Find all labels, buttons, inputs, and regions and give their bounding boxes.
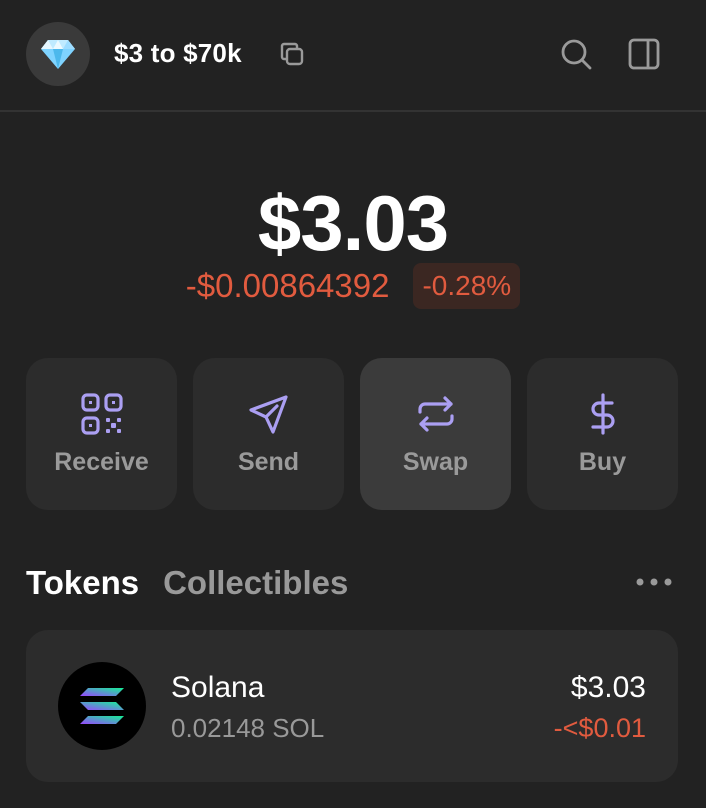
tab-collectibles[interactable]: Collectibles bbox=[163, 561, 348, 605]
solana-logo-icon bbox=[80, 688, 124, 724]
qr-code-icon bbox=[80, 393, 123, 435]
account-name[interactable]: $3 to $70k bbox=[114, 38, 242, 69]
swap-label: Swap bbox=[402, 448, 469, 476]
balance-change-percent-badge: -0.28% bbox=[413, 263, 521, 309]
total-balance: $3.03 bbox=[257, 179, 449, 267]
token-value: $3.03 bbox=[570, 671, 646, 704]
more-options-icon[interactable] bbox=[634, 570, 674, 594]
balance-change-row: -$0.00864392 -0.28% bbox=[0, 262, 706, 310]
receive-button[interactable]: Receive bbox=[26, 358, 177, 510]
search-icon[interactable] bbox=[558, 36, 594, 72]
swap-button[interactable]: Swap bbox=[360, 358, 511, 510]
buy-button[interactable]: Buy bbox=[527, 358, 678, 510]
swap-icon bbox=[417, 396, 454, 432]
receive-label: Receive bbox=[54, 448, 149, 476]
balance-change-value: -$0.00864392 bbox=[185, 267, 390, 304]
action-buttons: Receive Send Swap Buy bbox=[26, 358, 680, 510]
account-avatar[interactable] bbox=[26, 22, 90, 86]
sidebar-panel-icon[interactable] bbox=[626, 36, 662, 72]
token-name: Solana bbox=[171, 671, 265, 704]
token-change: -<$0.01 bbox=[553, 713, 646, 743]
copy-icon[interactable] bbox=[278, 40, 306, 68]
diamond-icon bbox=[41, 40, 75, 69]
asset-tabs: Tokens Collectibles bbox=[26, 561, 348, 605]
tab-tokens[interactable]: Tokens bbox=[26, 561, 139, 605]
token-amount: 0.02148 SOL bbox=[171, 713, 325, 743]
header: $3 to $70k bbox=[0, 0, 706, 112]
dollar-icon bbox=[590, 393, 615, 435]
send-label: Send bbox=[237, 448, 300, 476]
send-button[interactable]: Send bbox=[193, 358, 344, 510]
token-logo bbox=[58, 662, 146, 750]
send-icon bbox=[248, 395, 288, 434]
buy-label: Buy bbox=[578, 448, 627, 476]
token-row-solana[interactable]: Solana 0.02148 SOL $3.03 -<$0.01 bbox=[26, 630, 678, 782]
